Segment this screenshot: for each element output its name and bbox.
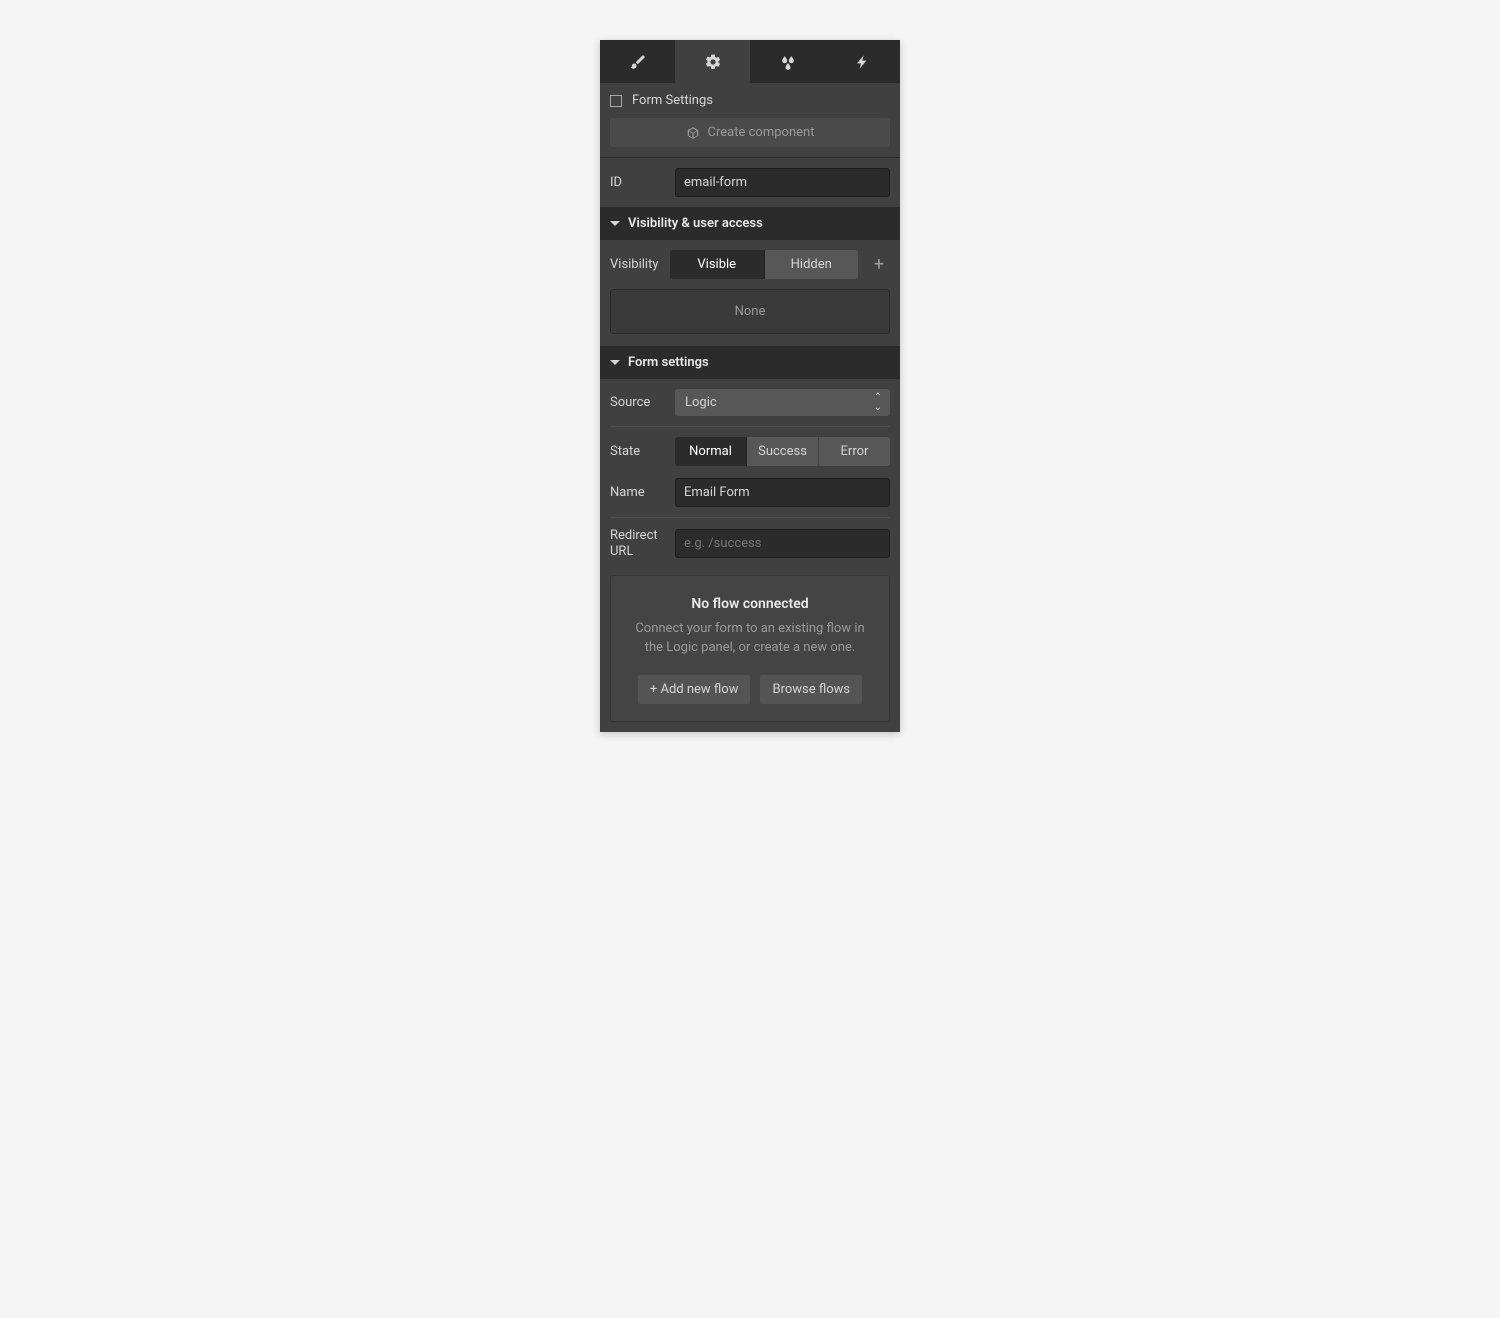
settings-panel: Form Settings Create component ID Visibi… xyxy=(600,40,900,732)
add-flow-button[interactable]: + Add new flow xyxy=(637,674,752,705)
add-visibility-condition-button[interactable]: + xyxy=(868,254,890,276)
section-title-visibility: Visibility & user access xyxy=(628,216,763,231)
visibility-segmented: Visible Hidden xyxy=(670,250,858,279)
empty-state-actions: + Add new flow Browse flows xyxy=(625,674,875,705)
source-row: Source Logic ⌃⌄ xyxy=(600,379,900,426)
source-select-wrap: Logic ⌃⌄ xyxy=(675,389,890,416)
brush-icon xyxy=(629,53,647,71)
section-header-form-settings[interactable]: Form settings xyxy=(600,346,900,379)
id-row: ID xyxy=(600,158,900,207)
state-row: State Normal Success Error xyxy=(600,427,900,476)
tab-settings[interactable] xyxy=(675,40,750,83)
cube-icon xyxy=(686,126,700,140)
tab-style[interactable] xyxy=(600,40,675,83)
create-component-label: Create component xyxy=(708,125,815,140)
element-title: Form Settings xyxy=(632,93,713,108)
id-label: ID xyxy=(610,175,665,190)
element-header-row: Form Settings xyxy=(600,83,900,118)
state-option-error[interactable]: Error xyxy=(819,437,890,466)
state-option-normal[interactable]: Normal xyxy=(675,437,747,466)
visibility-row: Visibility Visible Hidden + xyxy=(600,240,900,289)
gear-icon xyxy=(704,53,722,71)
source-label: Source xyxy=(610,395,665,410)
state-label: State xyxy=(610,444,665,459)
name-row: Name xyxy=(600,476,900,517)
name-label: Name xyxy=(610,485,665,500)
drops-icon xyxy=(778,52,798,72)
tab-interactions[interactable] xyxy=(825,40,900,83)
visibility-option-hidden[interactable]: Hidden xyxy=(765,250,859,279)
source-select[interactable]: Logic xyxy=(675,389,890,416)
create-component-button[interactable]: Create component xyxy=(610,118,890,147)
section-header-visibility[interactable]: Visibility & user access xyxy=(600,207,900,240)
redirect-row: Redirect URL xyxy=(600,518,900,569)
redirect-input[interactable] xyxy=(675,529,890,558)
tab-effects[interactable] xyxy=(750,40,825,83)
bolt-icon xyxy=(855,54,871,70)
empty-state-title: No flow connected xyxy=(625,596,875,612)
visibility-conditions-empty[interactable]: None xyxy=(610,289,890,334)
state-option-success[interactable]: Success xyxy=(747,437,819,466)
browse-flows-button[interactable]: Browse flows xyxy=(759,674,863,705)
section-title-form-settings: Form settings xyxy=(628,355,709,370)
empty-state-description: Connect your form to an existing flow in… xyxy=(625,620,875,658)
id-input[interactable] xyxy=(675,168,890,197)
caret-down-icon xyxy=(610,360,620,365)
panel-tabs xyxy=(600,40,900,83)
visibility-option-visible[interactable]: Visible xyxy=(670,250,765,279)
name-input[interactable] xyxy=(675,478,890,507)
caret-down-icon xyxy=(610,221,620,226)
state-segmented: Normal Success Error xyxy=(675,437,890,466)
flow-empty-state: No flow connected Connect your form to a… xyxy=(610,575,890,722)
element-checkbox[interactable] xyxy=(610,95,622,107)
visibility-label: Visibility xyxy=(610,257,660,272)
redirect-label: Redirect URL xyxy=(610,528,665,559)
